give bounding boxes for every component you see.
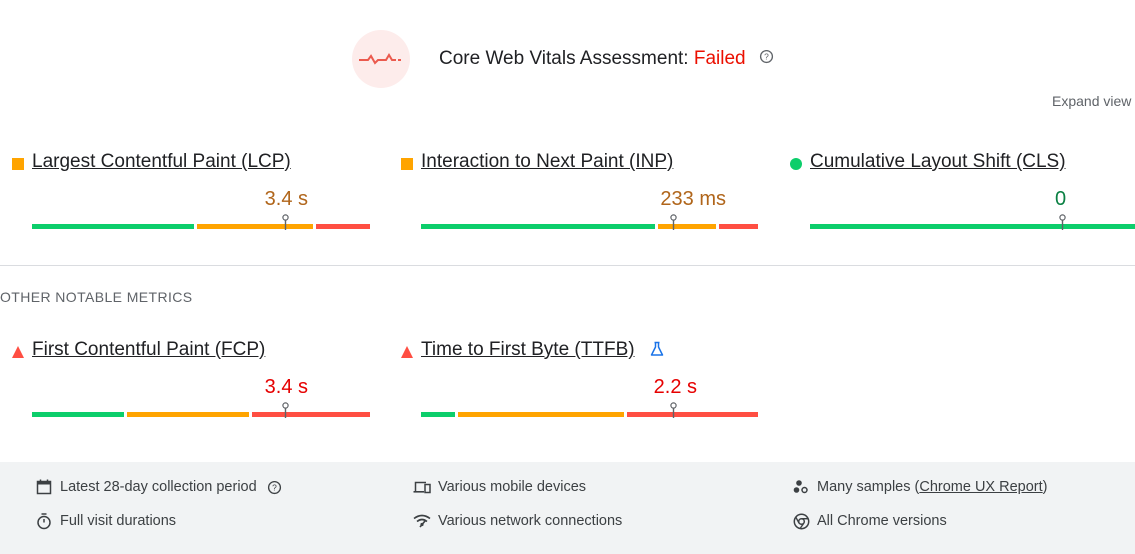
assessment-logo bbox=[352, 30, 410, 88]
needs-improvement-segment bbox=[197, 224, 313, 229]
good-segment bbox=[421, 412, 455, 417]
assessment-heading: Core Web Vitals Assessment: Failed ? bbox=[439, 48, 774, 70]
devices-text: Various mobile devices bbox=[438, 479, 587, 495]
network-item: Various network connections bbox=[413, 512, 622, 530]
chrome-versions-text: All Chrome versions bbox=[817, 513, 947, 529]
percentile-marker-icon bbox=[1059, 214, 1066, 230]
needs-improvement-segment bbox=[458, 412, 624, 417]
metric-value: 3.4 s bbox=[264, 376, 308, 398]
metric-inp: Interaction to Next Paint (INP) 233 ms bbox=[401, 151, 761, 241]
metric-ttfb: Time to First Byte (TTFB) 2.2 s bbox=[401, 339, 761, 429]
collection-period-item: Latest 28-day collection period ? bbox=[35, 478, 291, 496]
other-metrics-heading: OTHER NOTABLE METRICS bbox=[0, 289, 193, 305]
section-divider bbox=[0, 265, 1135, 266]
metric-value: 0 bbox=[1055, 188, 1067, 210]
wifi-icon bbox=[413, 512, 431, 530]
svg-text:?: ? bbox=[764, 52, 769, 62]
chrome-ux-report-link[interactable]: Chrome UX Report bbox=[919, 479, 1042, 495]
visit-durations-text: Full visit durations bbox=[60, 513, 177, 529]
metric-value: 3.4 s bbox=[264, 188, 308, 210]
metric-lcp: Largest Contentful Paint (LCP) 3.4 s bbox=[12, 151, 372, 241]
pulse-icon bbox=[359, 53, 401, 65]
devices-icon bbox=[413, 478, 431, 496]
help-icon[interactable]: ? bbox=[266, 478, 284, 496]
samples-prefix: Many samples ( bbox=[817, 479, 920, 495]
assessment-status: Failed bbox=[693, 48, 746, 70]
metric-fcp: First Contentful Paint (FCP) 3.4 s bbox=[12, 339, 372, 429]
green-circle-icon bbox=[790, 157, 802, 175]
percentile-marker-icon bbox=[670, 214, 677, 230]
stopwatch-icon bbox=[35, 512, 53, 530]
red-triangle-icon bbox=[401, 345, 413, 363]
orange-square-icon bbox=[401, 157, 413, 175]
samples-dots-icon bbox=[792, 478, 810, 496]
devices-item: Various mobile devices bbox=[413, 478, 586, 496]
metric-value: 2.2 s bbox=[653, 376, 697, 398]
percentile-marker-icon bbox=[282, 402, 289, 418]
chrome-icon bbox=[792, 512, 810, 530]
good-segment bbox=[421, 224, 655, 229]
samples-suffix: ) bbox=[1042, 479, 1048, 495]
visit-durations-item: Full visit durations bbox=[35, 512, 176, 530]
orange-square-icon bbox=[12, 157, 24, 175]
data-source-footer: Latest 28-day collection period ? Full v… bbox=[0, 462, 1135, 554]
percentile-marker-icon bbox=[282, 214, 289, 230]
metric-name-link[interactable]: Time to First Byte (TTFB) bbox=[421, 339, 635, 361]
distribution-bar bbox=[421, 402, 758, 418]
calendar-icon bbox=[35, 478, 53, 496]
poor-segment bbox=[252, 412, 370, 417]
distribution-bar bbox=[32, 402, 370, 418]
svg-text:?: ? bbox=[272, 482, 277, 492]
distribution-bar bbox=[32, 214, 370, 230]
collection-period-text: Latest 28-day collection period bbox=[60, 479, 257, 495]
distribution-bar bbox=[810, 214, 1135, 230]
assessment-title: Core Web Vitals Assessment: bbox=[439, 48, 689, 70]
needs-improvement-segment bbox=[127, 412, 249, 417]
distribution-bar bbox=[421, 214, 758, 230]
good-segment bbox=[810, 224, 1135, 229]
poor-segment bbox=[719, 224, 758, 229]
help-icon[interactable]: ? bbox=[759, 48, 774, 70]
network-text: Various network connections bbox=[438, 513, 623, 529]
good-segment bbox=[32, 412, 124, 417]
metric-cls: Cumulative Layout Shift (CLS) 0 bbox=[790, 151, 1135, 241]
expand-view-button[interactable]: Expand view bbox=[1052, 93, 1131, 109]
flask-icon[interactable] bbox=[650, 341, 664, 362]
metric-name-link[interactable]: Interaction to Next Paint (INP) bbox=[421, 151, 673, 173]
metric-value: 233 ms bbox=[660, 188, 726, 210]
needs-improvement-segment bbox=[658, 224, 716, 229]
metric-name-link[interactable]: Cumulative Layout Shift (CLS) bbox=[810, 151, 1066, 173]
percentile-marker-icon bbox=[670, 402, 677, 418]
poor-segment bbox=[627, 412, 758, 417]
good-segment bbox=[32, 224, 194, 229]
metric-name-link[interactable]: Largest Contentful Paint (LCP) bbox=[32, 151, 291, 173]
samples-item: Many samples (Chrome UX Report) bbox=[792, 478, 1047, 496]
red-triangle-icon bbox=[12, 345, 24, 363]
metric-name-link[interactable]: First Contentful Paint (FCP) bbox=[32, 339, 265, 361]
poor-segment bbox=[316, 224, 370, 229]
chrome-versions-item: All Chrome versions bbox=[792, 512, 947, 530]
